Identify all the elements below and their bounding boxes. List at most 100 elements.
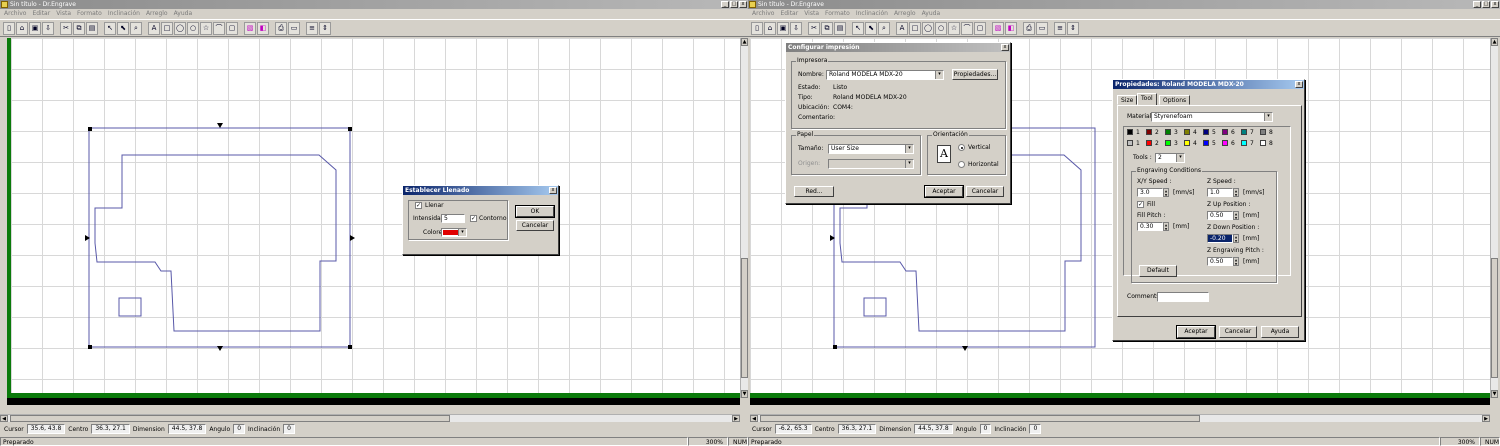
tool-color-swatch[interactable] xyxy=(1146,140,1152,146)
tool-color-swatch[interactable] xyxy=(1203,140,1209,146)
menu-formato[interactable]: Formato xyxy=(77,9,102,19)
tool-color-swatch[interactable] xyxy=(1260,140,1266,146)
material-select[interactable]: Styrenefoam ▾ xyxy=(1151,112,1273,122)
xy-speed-input[interactable]: 3.0 xyxy=(1137,188,1163,197)
tool-color-swatch[interactable] xyxy=(1184,140,1190,146)
open-icon[interactable]: ⌂ xyxy=(764,21,776,35)
menu-vista[interactable]: Vista xyxy=(56,9,71,19)
handle-top-left[interactable] xyxy=(88,127,92,131)
save-icon[interactable]: ▣ xyxy=(777,21,789,35)
scroll-right-arrow[interactable]: ▶ xyxy=(732,415,740,422)
llenar-checkbox[interactable]: ✓ xyxy=(415,202,422,209)
tool-color-swatch[interactable] xyxy=(1241,129,1247,135)
zoom-icon[interactable]: ⌕ xyxy=(130,21,142,35)
menu-arreglo[interactable]: Arreglo xyxy=(894,9,916,19)
save-icon[interactable]: ▣ xyxy=(29,21,41,35)
cancelar-button[interactable]: Cancelar xyxy=(966,186,1004,197)
propiedades-button[interactable]: Propiedades... xyxy=(952,69,998,80)
menu-ayuda[interactable]: Ayuda xyxy=(922,9,941,19)
maximize-button[interactable]: □ xyxy=(730,1,738,8)
star-icon[interactable]: ☆ xyxy=(948,21,960,35)
dialog-close-button[interactable]: x xyxy=(1001,44,1009,51)
polyline-icon[interactable]: ⌒ xyxy=(961,21,973,35)
cut-icon[interactable]: ✂ xyxy=(808,21,820,35)
close-button[interactable]: x xyxy=(739,1,747,8)
tool-color-swatch[interactable] xyxy=(1165,129,1171,135)
rectangle-icon[interactable]: □ xyxy=(161,21,173,35)
menu-inclinacion[interactable]: Inclinación xyxy=(856,9,888,19)
scroll-down-arrow[interactable]: ▼ xyxy=(1491,390,1498,398)
paste-icon[interactable]: ▤ xyxy=(86,21,98,35)
scroll-down-arrow[interactable]: ▼ xyxy=(741,390,748,398)
scroll-left-arrow[interactable]: ◀ xyxy=(0,415,8,422)
image-icon[interactable]: ▢ xyxy=(974,21,986,35)
tool-color-swatch[interactable] xyxy=(1203,129,1209,135)
menu-archivo[interactable]: Archivo xyxy=(752,9,774,19)
z-speed-input[interactable]: 1.0 xyxy=(1207,188,1233,197)
drawing-canvas[interactable] xyxy=(7,38,740,398)
text-icon[interactable]: A xyxy=(896,21,908,35)
color-icon[interactable]: ◧ xyxy=(257,21,269,35)
tool-color-swatch[interactable] xyxy=(1222,140,1228,146)
default-button[interactable]: Default xyxy=(1139,265,1177,277)
tool-color-swatch[interactable] xyxy=(1127,129,1133,135)
fill-icon[interactable]: ▧ xyxy=(244,21,256,35)
copy-icon[interactable]: ⧉ xyxy=(73,21,85,35)
contorno-checkbox[interactable]: ✓ xyxy=(470,215,477,222)
handle-bottom-arrow[interactable] xyxy=(217,346,223,351)
polyline-icon[interactable]: ⌒ xyxy=(213,21,225,35)
star-icon[interactable]: ☆ xyxy=(200,21,212,35)
z-speed-spinner[interactable]: ▲ ▼ xyxy=(1233,188,1239,197)
cut-icon[interactable]: ✂ xyxy=(60,21,72,35)
circle-icon[interactable]: ○ xyxy=(935,21,947,35)
pointer-icon[interactable]: ↖ xyxy=(852,21,864,35)
tool-color-swatch[interactable] xyxy=(1165,140,1171,146)
handle-bottom-right[interactable] xyxy=(348,345,352,349)
vertical-scrollbar[interactable]: ▲ ▼ xyxy=(1490,38,1498,398)
paste-icon[interactable]: ▤ xyxy=(834,21,846,35)
scroll-up-arrow[interactable]: ▲ xyxy=(1491,38,1498,46)
network-button[interactable]: Red... xyxy=(794,186,834,197)
menu-ayuda[interactable]: Ayuda xyxy=(174,9,193,19)
print-icon[interactable]: ⎙ xyxy=(275,21,287,35)
cancelar-button[interactable]: Cancelar xyxy=(1219,326,1257,338)
handle-right-arrow[interactable] xyxy=(350,235,355,241)
scroll-thumb[interactable] xyxy=(10,415,450,422)
tool-color-swatch[interactable] xyxy=(1146,129,1152,135)
dialog-close-button[interactable]: x xyxy=(1295,81,1303,88)
ayuda-button[interactable]: Ayuda xyxy=(1261,326,1299,338)
tool-color-swatch[interactable] xyxy=(1127,140,1133,146)
menu-inclinacion[interactable]: Inclinación xyxy=(108,9,140,19)
menu-arreglo[interactable]: Arreglo xyxy=(146,9,168,19)
fill-checkbox[interactable]: ✓ xyxy=(1137,201,1144,208)
image-icon[interactable]: ▢ xyxy=(226,21,238,35)
scroll-thumb[interactable] xyxy=(1491,258,1498,378)
vertical-radio[interactable] xyxy=(958,144,965,151)
pointer-icon[interactable]: ↖ xyxy=(104,21,116,35)
tool-color-swatch[interactable] xyxy=(1260,129,1266,135)
print-setup-icon[interactable]: ▭ xyxy=(288,21,300,35)
spacing-icon[interactable]: ⇕ xyxy=(319,21,331,35)
node-edit-icon[interactable]: ⬉ xyxy=(865,21,877,35)
fill-pitch-spinner[interactable]: ▲ ▼ xyxy=(1163,222,1169,231)
maximize-button[interactable]: □ xyxy=(1482,1,1490,8)
fill-icon[interactable]: ▧ xyxy=(992,21,1004,35)
handle-bottom-arrow[interactable] xyxy=(962,346,968,351)
handle-bottom-left[interactable] xyxy=(88,345,92,349)
aceptar-button[interactable]: Aceptar xyxy=(1176,325,1216,339)
zoom-icon[interactable]: ⌕ xyxy=(878,21,890,35)
ellipse-icon[interactable]: ◯ xyxy=(174,21,186,35)
xy-speed-spinner[interactable]: ▲ ▼ xyxy=(1163,188,1169,197)
small-rectangle-shape[interactable] xyxy=(863,297,887,317)
shape-outline[interactable] xyxy=(94,154,337,332)
circle-icon[interactable]: ○ xyxy=(187,21,199,35)
handle-top-arrow[interactable] xyxy=(217,123,223,128)
horizontal-radio[interactable] xyxy=(958,161,965,168)
menu-editar[interactable]: Editar xyxy=(32,9,50,19)
node-edit-icon[interactable]: ⬉ xyxy=(117,21,129,35)
scroll-thumb[interactable] xyxy=(741,258,748,378)
small-rectangle-shape[interactable] xyxy=(118,297,142,317)
z-down-spinner[interactable]: ▲ ▼ xyxy=(1233,234,1239,243)
menu-archivo[interactable]: Archivo xyxy=(4,9,26,19)
menu-formato[interactable]: Formato xyxy=(825,9,850,19)
